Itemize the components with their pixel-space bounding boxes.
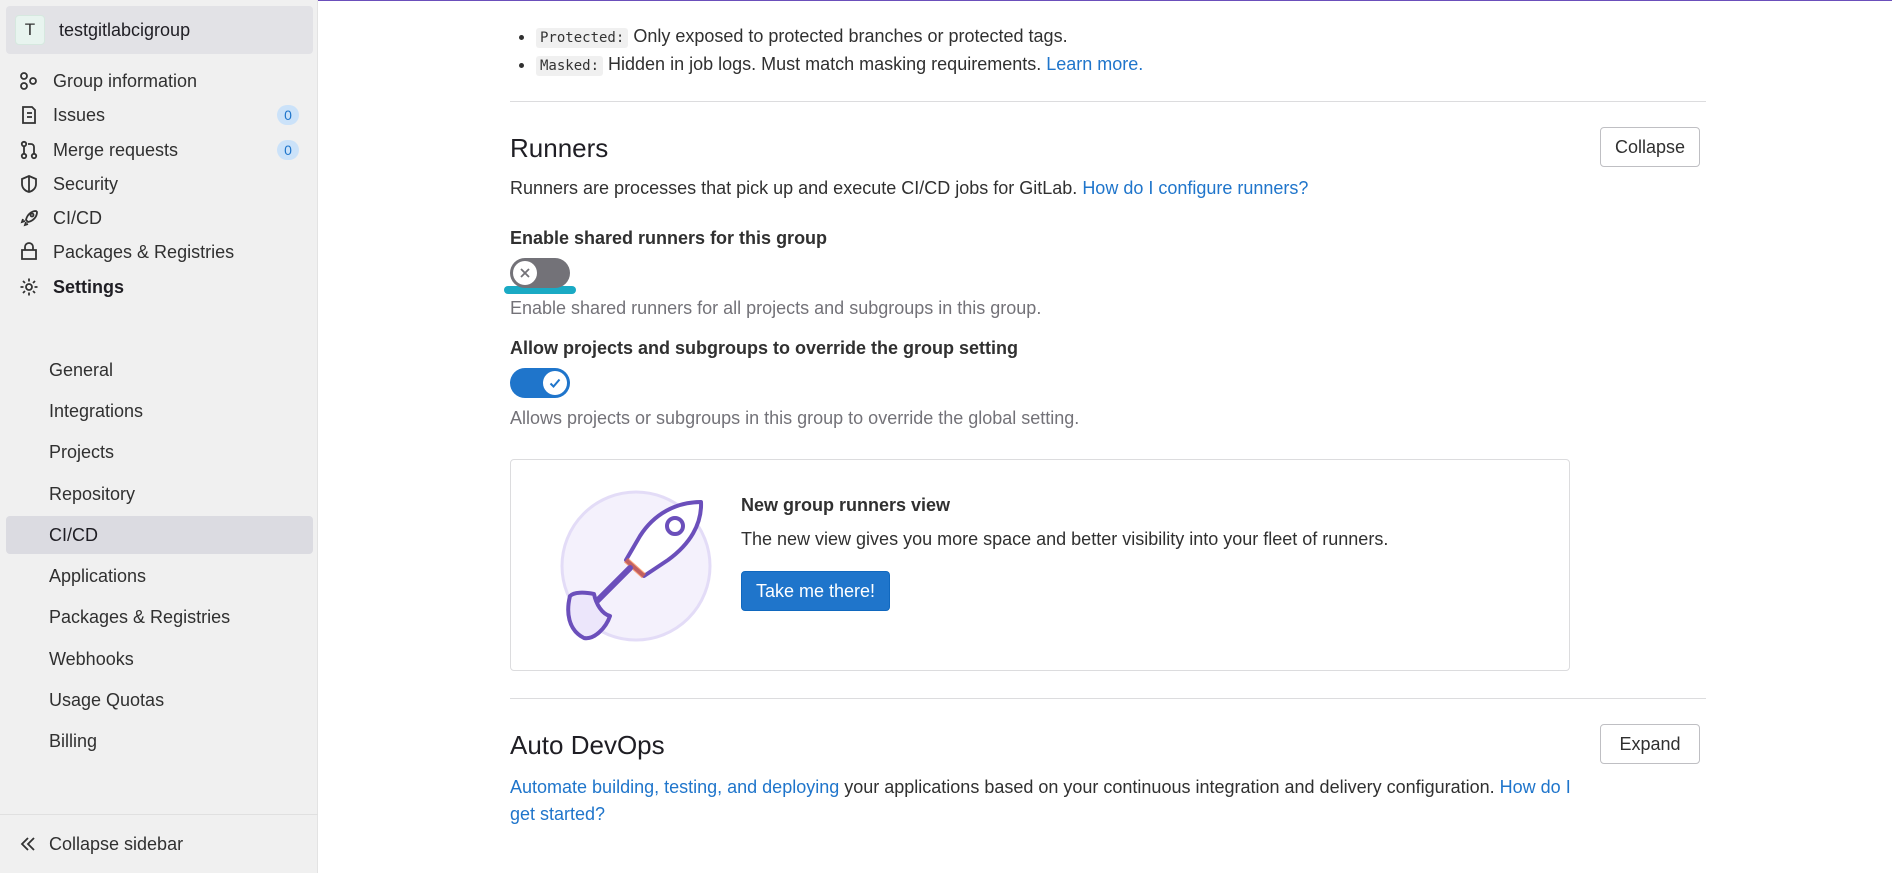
override-toggle[interactable] xyxy=(510,368,570,398)
rocket-icon xyxy=(18,207,40,229)
variable-notes-list: Protected: Only exposed to protected bra… xyxy=(508,22,1143,78)
toggle-knob xyxy=(543,371,567,395)
group-header[interactable]: T testgitlabcigroup xyxy=(6,6,313,54)
settings-sub-cicd[interactable]: CI/CD xyxy=(6,516,313,554)
settings-sub-packages-registries[interactable]: Packages & Registries xyxy=(6,598,313,636)
sidebar-item-merge-requests[interactable]: Merge requests 0 xyxy=(6,131,313,169)
sidebar-item-label: Security xyxy=(53,173,119,194)
settings-sub-applications[interactable]: Applications xyxy=(6,557,313,595)
shared-runners-toggle[interactable] xyxy=(510,258,570,288)
section-divider xyxy=(510,101,1706,102)
group-information-icon xyxy=(18,70,40,92)
settings-sub-general[interactable]: General xyxy=(6,351,313,389)
close-icon xyxy=(520,268,530,278)
shield-icon xyxy=(18,173,40,195)
check-icon xyxy=(549,378,561,388)
sidebar: T testgitlabcigroup Group information Is… xyxy=(0,0,318,873)
sidebar-item-group-information[interactable]: Group information xyxy=(6,62,313,100)
runners-description: Runners are processes that pick up and e… xyxy=(510,178,1308,199)
shared-runners-label: Enable shared runners for this group xyxy=(510,228,828,248)
main-content: Protected: Only exposed to protected bra… xyxy=(318,0,1892,873)
sidebar-item-packages-registries[interactable]: Packages & Registries xyxy=(6,233,313,271)
runners-description-text: Runners are processes that pick up and e… xyxy=(510,178,1078,198)
group-name: testgitlabcigroup xyxy=(59,19,191,40)
settings-sub-billing[interactable]: Billing xyxy=(6,722,313,760)
learn-more-link[interactable]: Learn more. xyxy=(1046,54,1143,74)
take-me-there-button[interactable]: Take me there! xyxy=(741,571,891,611)
package-icon xyxy=(18,241,40,263)
gear-icon xyxy=(18,276,40,298)
sidebar-item-issues[interactable]: Issues 0 xyxy=(6,96,313,134)
override-help: Allows projects or subgroups in this gro… xyxy=(510,408,1080,428)
settings-sub-repository[interactable]: Repository xyxy=(6,475,313,513)
masked-code: Masked: xyxy=(536,56,604,76)
collapse-button[interactable]: Collapse xyxy=(1600,127,1700,167)
protected-code: Protected: xyxy=(536,28,629,48)
sidebar-item-settings[interactable]: Settings xyxy=(6,268,313,306)
automate-link[interactable]: Automate building, testing, and deployin… xyxy=(510,777,839,797)
protected-text: Only exposed to protected branches or pr… xyxy=(633,26,1068,46)
sidebar-item-label: Settings xyxy=(53,276,125,297)
section-divider xyxy=(510,698,1706,699)
sidebar-item-label: Merge requests xyxy=(53,139,179,160)
sidebar-item-label: Issues xyxy=(53,104,106,125)
sidebar-item-label: Packages & Registries xyxy=(53,241,235,262)
promo-title: New group runners view xyxy=(741,495,951,515)
promo-body: The new view gives you more space and be… xyxy=(741,529,1389,549)
sidebar-item-label: CI/CD xyxy=(53,207,102,228)
settings-sub-projects[interactable]: Projects xyxy=(6,433,313,471)
configure-runners-link[interactable]: How do I configure runners? xyxy=(1082,178,1308,198)
auto-devops-text: your applications based on your continuo… xyxy=(839,777,1500,797)
chevron-double-left-icon xyxy=(18,834,40,854)
masked-note: Masked: Hidden in job logs. Must match m… xyxy=(536,50,1143,78)
settings-sub-integrations[interactable]: Integrations xyxy=(6,392,313,430)
collapse-sidebar-label: Collapse sidebar xyxy=(49,833,184,854)
toggle-knob xyxy=(513,261,537,285)
masked-text: Hidden in job logs. Must match masking r… xyxy=(608,54,1042,74)
runners-promo-card: New group runners view The new view give… xyxy=(510,459,1570,671)
merge-request-icon xyxy=(18,139,40,161)
override-label: Allow projects and subgroups to override… xyxy=(510,338,1019,358)
expand-button[interactable]: Expand xyxy=(1600,724,1700,764)
group-avatar: T xyxy=(15,15,45,45)
rocket-illustration xyxy=(560,490,712,642)
issues-icon xyxy=(18,104,40,126)
sidebar-item-security[interactable]: Security xyxy=(6,165,313,203)
auto-devops-title: Auto DevOps xyxy=(510,730,665,760)
collapse-sidebar-button[interactable]: Collapse sidebar xyxy=(0,814,318,873)
settings-sub-usage-quotas[interactable]: Usage Quotas xyxy=(6,681,313,719)
issues-count-badge: 0 xyxy=(277,105,299,125)
runners-title: Runners xyxy=(510,133,609,163)
auto-devops-description: Automate building, testing, and deployin… xyxy=(510,774,1580,828)
protected-note: Protected: Only exposed to protected bra… xyxy=(536,22,1143,50)
merge-requests-count-badge: 0 xyxy=(277,140,299,160)
settings-sub-webhooks[interactable]: Webhooks xyxy=(6,640,313,678)
shared-runners-help: Enable shared runners for all projects a… xyxy=(510,298,1042,318)
sidebar-item-label: Group information xyxy=(53,70,198,91)
sidebar-item-cicd[interactable]: CI/CD xyxy=(6,199,313,237)
